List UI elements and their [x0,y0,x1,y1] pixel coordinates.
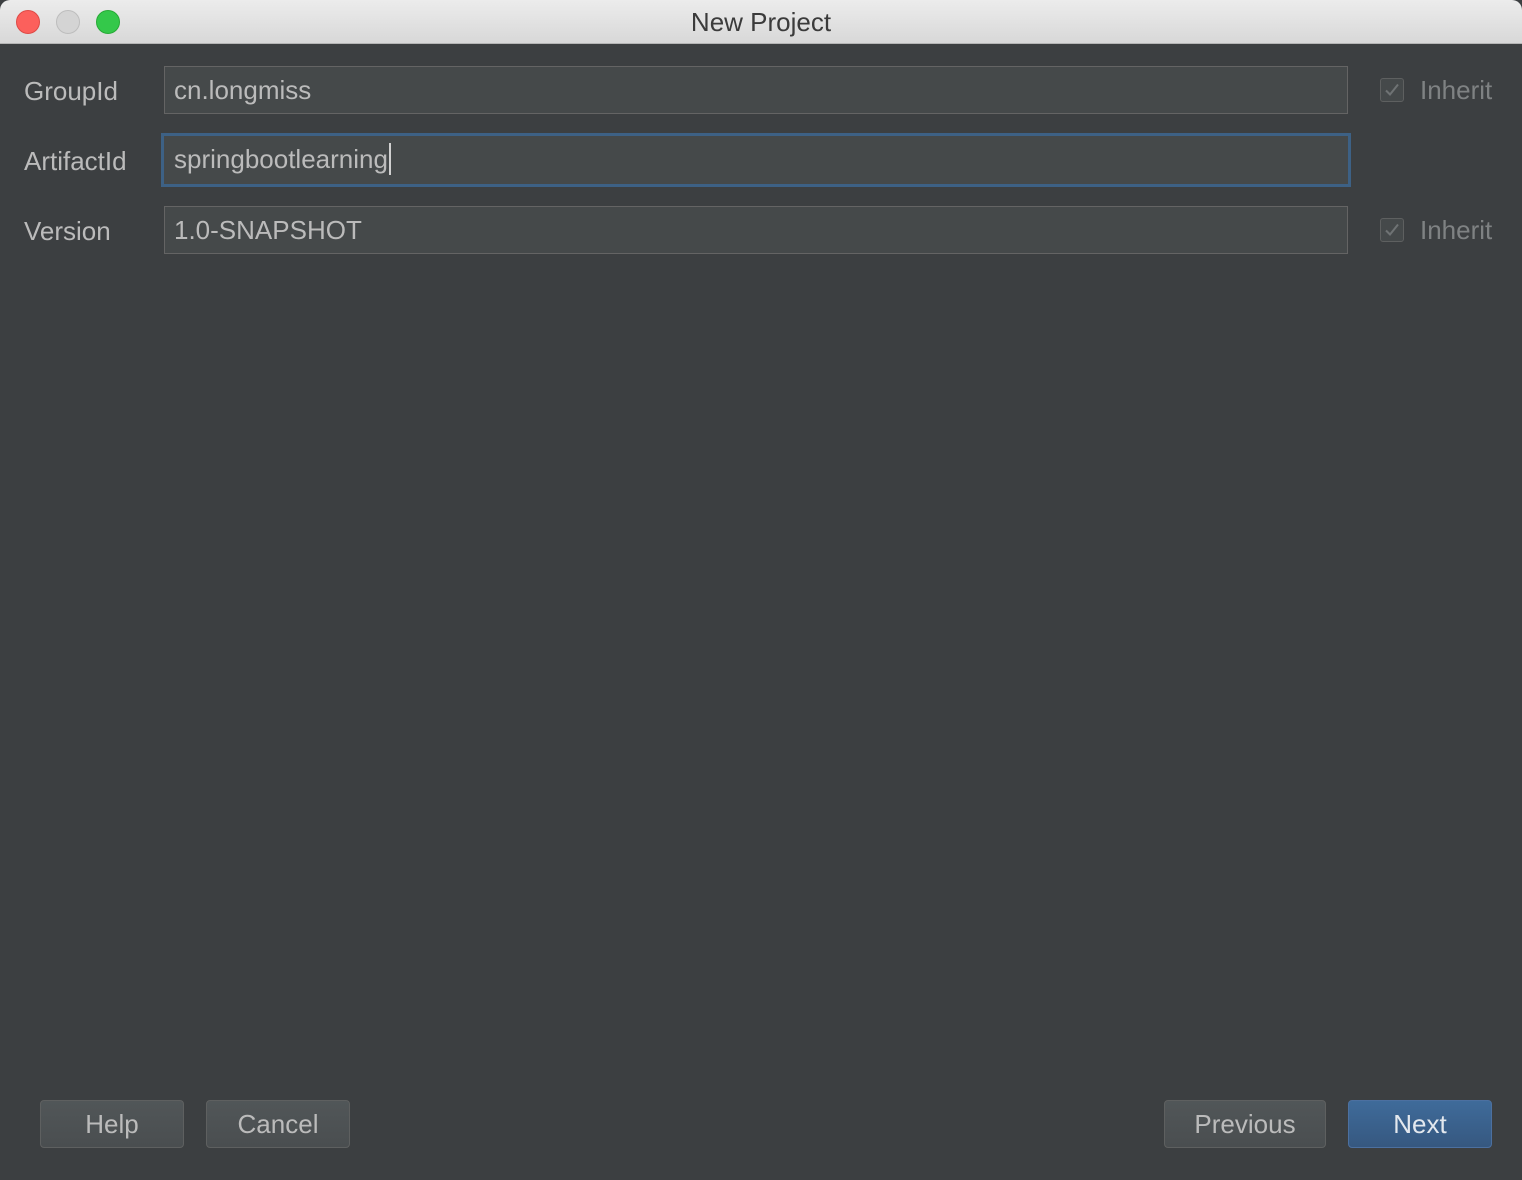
artifact-id-value: springbootlearning [174,144,388,174]
help-button[interactable]: Help [40,1100,184,1148]
group-id-label: GroupId [24,76,118,106]
next-button[interactable]: Next [1348,1100,1492,1148]
text-cursor [388,143,391,176]
window-title: New Project [690,7,832,37]
group-id-inherit-checkbox[interactable]: Inherit [1380,66,1492,114]
version-inherit-checkbox[interactable]: Inherit [1380,206,1492,254]
artifact-id-label: ArtifactId [24,146,127,176]
cancel-button[interactable]: Cancel [206,1100,350,1148]
checkbox-box[interactable] [1380,78,1404,102]
checkmark-icon [1385,83,1399,96]
version-label: Version [24,216,111,246]
group-id-field[interactable]: cn.longmiss [164,66,1348,114]
group-id-inherit-label: Inherit [1420,74,1493,105]
version-inherit-label: Inherit [1420,214,1493,245]
checkbox-box[interactable] [1380,218,1404,242]
new-project-window: New Project GroupId cn.longmiss Inherit … [0,0,1522,1180]
previous-button[interactable]: Previous [1164,1100,1326,1148]
version-field[interactable]: 1.0-SNAPSHOT [164,206,1348,254]
checkmark-icon [1385,223,1399,236]
artifact-id-field[interactable]: springbootlearning [161,133,1351,187]
group-id-value: cn.longmiss [174,75,312,105]
title-bar: New Project [0,0,1522,44]
version-value: 1.0-SNAPSHOT [174,215,362,245]
